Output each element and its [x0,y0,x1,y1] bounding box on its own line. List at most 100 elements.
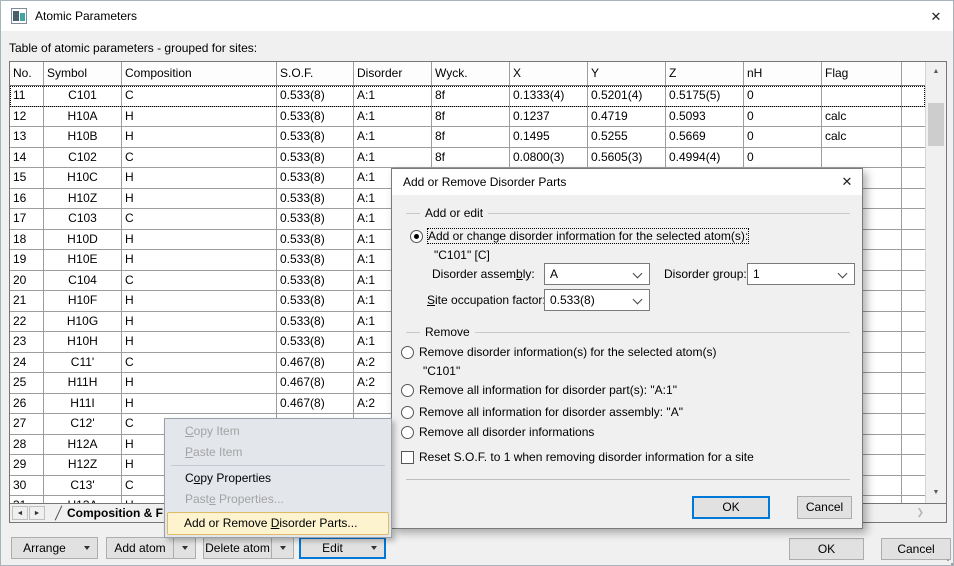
add-atom-dropdown[interactable] [173,538,195,558]
table-cell[interactable]: H11H [44,373,122,393]
delete-atom-button[interactable]: Delete atom [203,537,294,559]
table-cell[interactable]: H [122,230,277,250]
scrollbar-thumb[interactable] [928,103,944,146]
tab-composition[interactable]: Composition & F [67,506,163,520]
delete-atom-dropdown[interactable] [271,538,293,558]
arrange-button[interactable]: Arrange [11,537,98,559]
table-cell[interactable]: H [122,127,277,147]
table-cell[interactable]: 24 [10,353,44,373]
table-cell[interactable]: H10D [44,230,122,250]
table-cell[interactable]: C104 [44,271,122,291]
table-cell[interactable]: 0 [744,107,822,127]
table-cell[interactable]: 8f [432,127,510,147]
table-cell[interactable]: 0.4719 [588,107,666,127]
table-cell[interactable]: H10F [44,291,122,311]
radio-remove-all[interactable]: Remove all disorder informations [401,425,594,439]
table-cell[interactable]: H [122,250,277,270]
menu-item-paste-properties[interactable]: Paste Properties... [165,489,391,510]
table-cell[interactable]: C13' [44,476,122,496]
radio-off-icon[interactable] [401,426,414,439]
table-cell[interactable]: H12A [44,435,122,455]
column-header-symbol[interactable]: Symbol [44,62,122,85]
table-cell[interactable]: C [122,148,277,168]
edit-button[interactable]: Edit [299,537,386,559]
table-cell[interactable]: 0.5255 [588,127,666,147]
table-cell[interactable]: C101 [44,86,122,106]
tab-scroll-right-icon[interactable]: ► [29,506,45,520]
table-cell[interactable]: 0.533(8) [277,209,354,229]
radio-remove-part[interactable]: Remove all information for disorder part… [401,383,677,397]
reset-sof-checkbox[interactable]: Reset S.O.F. to 1 when removing disorder… [401,450,754,464]
table-cell[interactable]: C [122,86,277,106]
table-cell[interactable]: C11' [44,353,122,373]
table-cell[interactable]: A:1 [354,86,432,106]
table-cell[interactable]: 0.1333(4) [510,86,588,106]
radio-on-icon[interactable] [410,230,423,243]
column-header-nh[interactable]: nH [744,62,822,85]
table-cell[interactable]: 21 [10,291,44,311]
table-cell[interactable]: 23 [10,332,44,352]
table-cell[interactable]: H10H [44,332,122,352]
column-header-sof[interactable]: S.O.F. [277,62,354,85]
table-cell[interactable]: 22 [10,312,44,332]
radio-off-icon[interactable] [401,384,414,397]
table-cell[interactable]: 0.533(8) [277,230,354,250]
table-cell[interactable]: 18 [10,230,44,250]
table-cell[interactable]: 0.533(8) [277,168,354,188]
table-cell[interactable]: 0.533(8) [277,148,354,168]
table-cell[interactable]: H10Z [44,189,122,209]
table-cell[interactable]: 8f [432,107,510,127]
table-cell[interactable]: C103 [44,209,122,229]
table-cell[interactable]: 0.533(8) [277,291,354,311]
menu-item-copy-item[interactable]: Copy Item [165,421,391,442]
radio-off-icon[interactable] [401,346,414,359]
menu-item-paste-item[interactable]: Paste Item [165,442,391,463]
table-cell[interactable]: H10E [44,250,122,270]
table-cell[interactable]: calc [822,107,902,127]
dialog-ok-button[interactable]: OK [692,496,770,519]
table-cell[interactable]: 0.5175(5) [666,86,744,106]
table-cell[interactable]: 25 [10,373,44,393]
table-cell[interactable]: 0.533(8) [277,86,354,106]
table-cell[interactable]: 27 [10,414,44,434]
table-cell[interactable]: 0.1237 [510,107,588,127]
radio-remove-assembly[interactable]: Remove all information for disorder asse… [401,405,683,419]
table-cell[interactable]: 0.5605(3) [588,148,666,168]
table-cell[interactable]: 12 [10,107,44,127]
table-cell[interactable]: H [122,332,277,352]
table-cell[interactable]: 26 [10,394,44,414]
table-cell[interactable]: 14 [10,148,44,168]
table-cell[interactable]: 0.0800(3) [510,148,588,168]
table-cell[interactable]: H [122,189,277,209]
table-cell[interactable]: H10B [44,127,122,147]
table-cell[interactable] [822,148,902,168]
table-cell[interactable]: H12Z [44,455,122,475]
table-cell[interactable]: 29 [10,455,44,475]
table-cell[interactable]: H [122,168,277,188]
table-cell[interactable]: A:1 [354,148,432,168]
table-cell[interactable]: 0.467(8) [277,373,354,393]
column-header-composition[interactable]: Composition [122,62,277,85]
table-cell[interactable]: H13A [44,496,122,503]
table-cell[interactable]: 0.4994(4) [666,148,744,168]
table-row[interactable]: 13H10BH0.533(8)A:18f0.14950.52550.56690c… [10,127,925,148]
table-cell[interactable]: 0.533(8) [277,127,354,147]
table-cell[interactable]: 28 [10,435,44,455]
ok-button[interactable]: OK [789,538,864,560]
table-cell[interactable]: 0.5093 [666,107,744,127]
disorder-group-combobox[interactable]: 1 [747,263,855,285]
radio-off-icon[interactable] [401,406,414,419]
menu-item-add-remove-disorder-parts[interactable]: Add or Remove Disorder Parts... [167,512,389,535]
column-header-x[interactable]: X [510,62,588,85]
table-cell[interactable]: 19 [10,250,44,270]
table-cell[interactable]: 0.5201(4) [588,86,666,106]
checkbox-unchecked-icon[interactable] [401,451,414,464]
table-cell[interactable]: 0.533(8) [277,271,354,291]
table-cell[interactable]: A:1 [354,107,432,127]
table-cell[interactable]: C [122,209,277,229]
table-cell[interactable]: 0.533(8) [277,250,354,270]
table-cell[interactable]: C [122,353,277,373]
table-cell[interactable]: C [122,271,277,291]
table-cell[interactable]: H10G [44,312,122,332]
table-cell[interactable]: 31 [10,496,44,503]
